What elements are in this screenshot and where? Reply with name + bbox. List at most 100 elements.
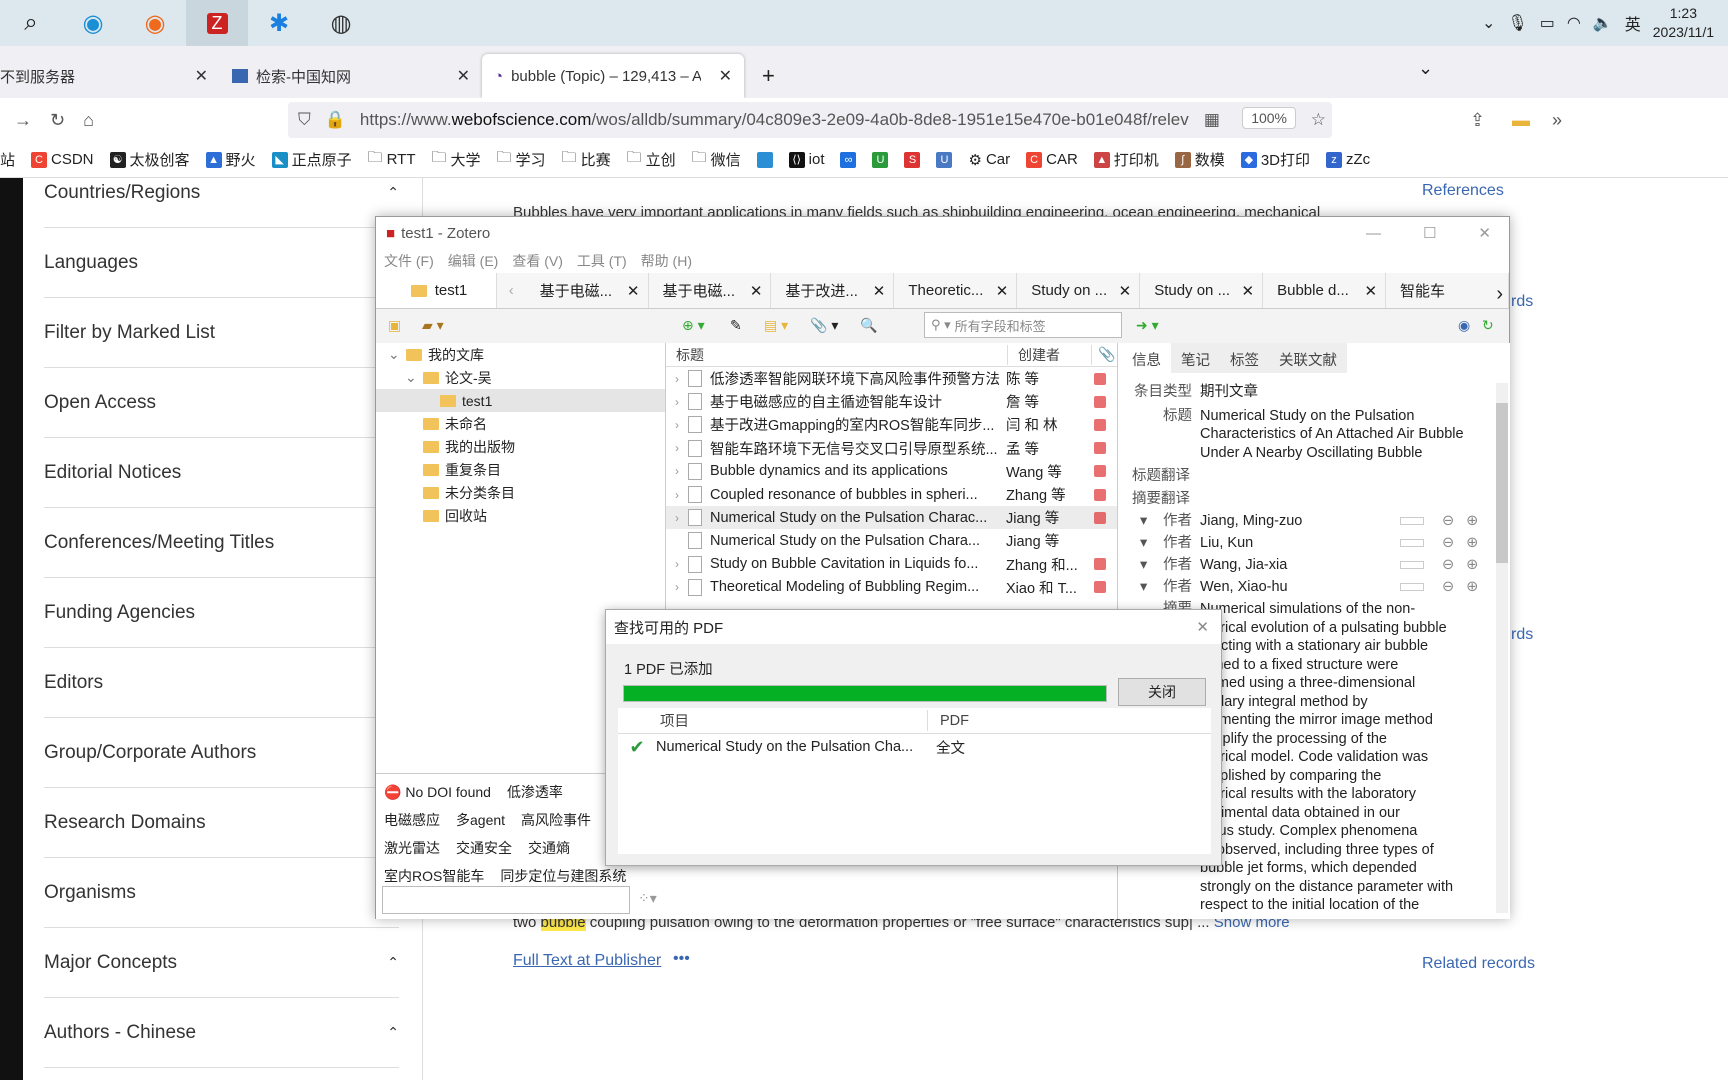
abstract-text[interactable]: Numerical simulations of the non-merical… (1200, 600, 1490, 915)
reload-icon[interactable]: ↻ (50, 110, 65, 131)
close-icon[interactable]: ✕ (627, 282, 640, 300)
collection-item[interactable]: 未命名 (376, 412, 665, 435)
tag[interactable]: 高风险事件 (521, 810, 591, 830)
chevron-right-icon[interactable]: › (666, 488, 688, 502)
pdf-icon[interactable] (1094, 395, 1106, 408)
pdf-icon[interactable] (1094, 558, 1106, 571)
bookmark[interactable]: U (872, 151, 889, 168)
item-row[interactable]: › Study on Bubble Cavitation in Liquids f… (666, 553, 1117, 576)
maximize-button[interactable]: ☐ (1423, 224, 1436, 242)
tab-item[interactable]: Study on ... ✕ (1140, 273, 1264, 308)
close-icon[interactable]: ✕ (1119, 282, 1132, 300)
new-item-icon[interactable]: ⊕ ▾ (682, 317, 705, 334)
full-text-link[interactable]: Full Text at Publisher (513, 952, 661, 970)
microphone-icon[interactable]: 🎙 (1507, 13, 1527, 33)
tab-item[interactable]: Bubble d... ✕ (1263, 273, 1387, 308)
tab-item[interactable]: Study on ... ✕ (1017, 273, 1141, 308)
filter-section[interactable]: Countries/Regions ⌃ (44, 158, 399, 228)
sync-status-icon[interactable]: ◉ (1458, 317, 1470, 334)
firefox-icon[interactable]: ◉ (124, 0, 186, 46)
close-icon[interactable]: ✕ (873, 282, 886, 300)
remove-author-icon[interactable]: ⊖ (1442, 556, 1454, 575)
close-window-button[interactable]: ✕ (1478, 224, 1491, 242)
column-creator[interactable]: 创建者 (1008, 344, 1092, 365)
bookmark-folder[interactable]: 🗀 立创 (627, 147, 676, 172)
menu-item[interactable]: 文件 (F) (384, 251, 434, 271)
chevron-down-icon[interactable]: ⌄ (388, 346, 400, 363)
pdf-icon[interactable] (1094, 511, 1106, 524)
bookmark[interactable]: ▲ 打印机 (1093, 149, 1159, 170)
chevron-up-icon[interactable]: ⌃ (387, 954, 399, 971)
collection-item[interactable]: 重复条目 (376, 458, 665, 481)
close-icon[interactable]: ✕ (750, 282, 763, 300)
tab-list-icon[interactable]: ⌄ (1418, 58, 1433, 79)
dropdown-icon[interactable]: ▾ (1132, 556, 1147, 575)
dropdown-icon[interactable]: ▾ (1132, 534, 1147, 553)
table-row[interactable]: ✔ Numerical Study on the Pulsation Cha...… (618, 734, 1211, 760)
attachment-column-icon[interactable]: 📎 (1092, 346, 1115, 363)
tag[interactable]: 室内ROS智能车 (384, 866, 484, 886)
tag[interactable]: 低渗透率 (507, 782, 563, 802)
chevron-right-icon[interactable]: › (666, 580, 688, 594)
folder-icon[interactable]: ▬ (1512, 110, 1530, 131)
advanced-search-icon[interactable]: 🔍 (860, 317, 877, 334)
filter-section[interactable]: Funding Agencies⌃ (44, 578, 399, 648)
close-icon[interactable]: ✕ (457, 66, 470, 86)
swap-name-button[interactable] (1400, 583, 1424, 592)
close-icon[interactable]: ✕ (195, 66, 208, 86)
bookmark-folder[interactable]: 🗀 微信 (692, 147, 741, 172)
tag[interactable]: 交通熵 (528, 838, 570, 858)
item-row[interactable]: › 低渗透率智能网联环境下高风险事件预警方法陈 等 (666, 367, 1117, 390)
item-row[interactable]: › Coupled resonance of bubbles in spheri.… (666, 483, 1117, 506)
filter-section[interactable]: Editors⌃ (44, 648, 399, 718)
sync-icon[interactable]: ↻ (1482, 317, 1494, 334)
filter-section[interactable]: Authors - Chinese ⌃ (44, 998, 399, 1068)
chevron-right-icon[interactable]: › (666, 464, 688, 478)
browser-tab[interactable]: 检索-中国知网 ✕ (220, 54, 482, 98)
close-icon[interactable]: ✕ (1196, 618, 1209, 636)
more-options-button[interactable]: ••• (673, 950, 690, 968)
wifi-icon[interactable]: ◠ (1567, 13, 1581, 33)
chevron-right-icon[interactable]: › (666, 441, 688, 455)
related-records-link[interactable]: Related records (1422, 955, 1535, 973)
bookmark[interactable]: ⚙ Car (968, 151, 1010, 169)
home-icon[interactable]: ⌂ (83, 110, 94, 131)
scroll-left-icon[interactable]: ‹ (497, 273, 526, 308)
url-field[interactable]: ⛉ 🔒 https://www.webofscience.com/wos/all… (288, 102, 1332, 138)
pdf-icon[interactable] (1094, 442, 1106, 455)
swap-name-button[interactable] (1400, 561, 1424, 570)
bookmark-folder[interactable]: 🗀 大学 (431, 147, 480, 172)
shield-icon[interactable]: ⛉ (298, 110, 311, 130)
search-input[interactable]: ⚲ ▾ 所有字段和标签 (924, 312, 1122, 338)
attachment-icon[interactable]: 📎 ▾ (810, 317, 838, 334)
references-link[interactable]: References (1422, 182, 1504, 200)
locate-icon[interactable]: ➜ ▾ (1136, 317, 1159, 334)
pdf-icon[interactable] (1094, 465, 1106, 478)
new-tab-button[interactable]: + (744, 54, 793, 98)
zotero-icon[interactable]: Z (186, 0, 248, 46)
tag[interactable]: 同步定位与建图系统 (500, 866, 626, 886)
item-row[interactable]: › Theoretical Modeling of Bubbling Regim.… (666, 576, 1117, 599)
lock-icon[interactable]: 🔒 (325, 110, 346, 130)
bookmark[interactable]: ◆ 3D打印 (1240, 149, 1310, 170)
filter-section[interactable]: Open Access⌃ (44, 368, 399, 438)
chevron-up-icon[interactable]: ⌄ (1482, 13, 1495, 33)
search-icon[interactable]: ⌕ (0, 0, 62, 46)
extensions-icon[interactable]: ⇪ (1470, 110, 1485, 131)
bookmark-folder[interactable]: 🗀 学习 (497, 147, 546, 172)
pdf-icon[interactable] (1094, 372, 1106, 385)
collection-item[interactable]: ⌄ 我的文库 (376, 343, 665, 366)
pdf-icon[interactable] (1094, 581, 1106, 594)
tab-library[interactable]: test1 (376, 273, 498, 308)
add-by-identifier-icon[interactable]: ✎ (730, 317, 742, 334)
chevron-right-icon[interactable]: › (666, 395, 688, 409)
bookmark[interactable]: z zZc (1326, 151, 1370, 168)
chevron-right-icon[interactable]: › (666, 511, 688, 525)
scrollbar[interactable] (1496, 383, 1508, 913)
close-icon[interactable]: ✕ (996, 282, 1009, 300)
filter-section[interactable]: Organisms⌃ (44, 858, 399, 928)
collection-item[interactable]: test1 (376, 389, 665, 412)
bookmark[interactable]: U (936, 151, 953, 168)
volume-icon[interactable]: 🔈 (1593, 13, 1613, 33)
chevron-up-icon[interactable]: ⌃ (387, 1024, 399, 1041)
